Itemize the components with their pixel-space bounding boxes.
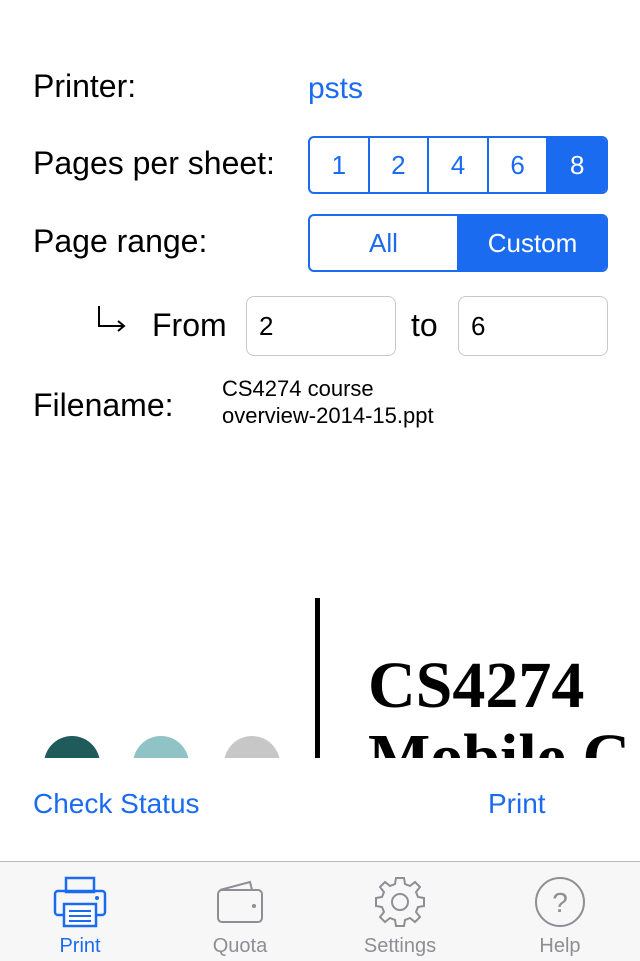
from-page-input[interactable] [246, 296, 396, 356]
preview-title-line-1: CS4274 [368, 649, 585, 722]
pages-per-sheet-label: Pages per sheet: [33, 145, 275, 181]
preview-title-line-2: Mobile C [368, 721, 631, 759]
tab-settings[interactable]: Settings [320, 862, 480, 961]
filename-line-2: overview-2014-15.ppt [222, 403, 434, 428]
pages-per-sheet-option-4[interactable]: 4 [427, 138, 487, 192]
print-button[interactable]: Print [488, 788, 546, 820]
filename-line-1: CS4274 course [222, 376, 374, 401]
printer-label: Printer: [33, 68, 137, 104]
pages-per-sheet-option-1[interactable]: 1 [310, 138, 368, 192]
filename-label: Filename: [33, 387, 174, 423]
to-label: to [411, 307, 438, 343]
pages-per-sheet-option-2[interactable]: 2 [367, 138, 428, 192]
svg-text:?: ? [552, 887, 568, 918]
pages-per-sheet-segmented-control[interactable]: 1 2 4 6 8 [308, 136, 608, 194]
gear-icon [375, 877, 425, 927]
tab-help-label: Help [539, 935, 581, 957]
tab-print[interactable]: Print [0, 862, 160, 961]
preview-dot-3 [224, 736, 280, 758]
preview-title: CS4274 Mobile C [368, 649, 631, 759]
printer-icon [53, 876, 107, 928]
tab-quota-label: Quota [212, 935, 268, 957]
page-range-label: Page range: [33, 223, 208, 259]
help-icon: ? [535, 877, 585, 927]
page-range-option-all[interactable]: All [310, 216, 457, 270]
tab-quota[interactable]: Quota [160, 862, 320, 961]
sub-arrow-icon [98, 306, 126, 332]
page-range-segmented-control[interactable]: All Custom [308, 214, 608, 272]
printer-value[interactable]: psts [308, 72, 363, 106]
document-preview: CS4274 Mobile C [0, 440, 640, 758]
tab-bar: Print Quota Settings ? Help [0, 861, 640, 961]
from-label: From [152, 307, 227, 343]
tab-settings-label: Settings [363, 935, 437, 957]
preview-dot-1 [44, 736, 100, 758]
check-status-button[interactable]: Check Status [33, 788, 200, 820]
wallet-icon [217, 880, 263, 923]
pages-per-sheet-option-8[interactable]: 8 [546, 138, 606, 192]
page-range-option-custom[interactable]: Custom [457, 216, 606, 270]
filename-value: CS4274 course overview-2014-15.ppt [222, 375, 434, 429]
action-bar: Check Status Print [0, 758, 640, 862]
preview-divider [315, 598, 320, 758]
tab-print-label: Print [59, 935, 101, 957]
to-page-input[interactable] [458, 296, 608, 356]
preview-dot-2 [133, 736, 189, 758]
pages-per-sheet-option-6[interactable]: 6 [486, 138, 547, 192]
tab-help[interactable]: ? Help [480, 862, 640, 961]
